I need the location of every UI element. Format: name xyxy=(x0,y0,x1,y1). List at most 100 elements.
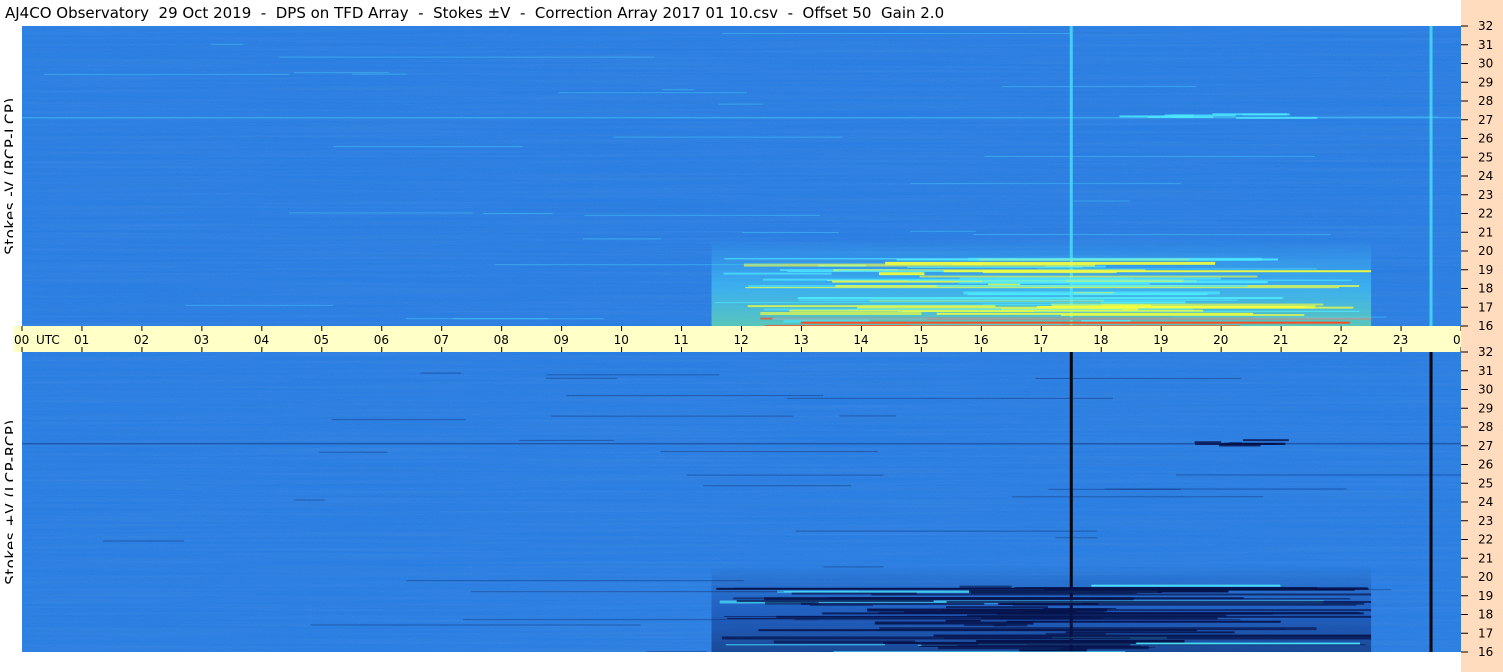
rfi-streak xyxy=(1155,589,1392,591)
time-tick-label: 16 xyxy=(973,333,988,347)
freq-tick-label: 17 xyxy=(1478,626,1493,640)
rfi-streak xyxy=(722,33,1071,35)
freq-tick-label: 32 xyxy=(1478,19,1493,33)
absorption-streak xyxy=(1006,620,1281,623)
absorption-streak xyxy=(732,597,1079,600)
time-tick-label: 12 xyxy=(734,333,749,347)
time-tick-label: 18 xyxy=(1093,333,1108,347)
rfi-streak xyxy=(584,214,820,216)
rfi-streak xyxy=(483,212,553,214)
time-tick-label: 01 xyxy=(74,333,89,347)
time-tick-label: 19 xyxy=(1153,333,1168,347)
absorption-streak xyxy=(933,634,1372,637)
top-panel-spectrogram xyxy=(22,26,1461,326)
rfi-streak xyxy=(1129,628,1286,630)
emission-streak xyxy=(995,277,1128,279)
freq-tick-label: 25 xyxy=(1478,150,1493,164)
absorption-streak xyxy=(1194,441,1222,444)
rfi-streak xyxy=(662,89,695,91)
absorption-streak xyxy=(791,592,917,595)
freq-tick-label: 18 xyxy=(1478,282,1493,296)
freq-tick-label: 19 xyxy=(1478,263,1493,277)
time-tick-label: 09 xyxy=(554,333,569,347)
absorption-streak xyxy=(765,601,819,605)
emission-streak xyxy=(1037,268,1317,270)
absorption-streak xyxy=(801,602,985,605)
time-tick-label: 23 xyxy=(1393,333,1408,347)
emission-streak xyxy=(743,263,1096,267)
time-tick-label: 17 xyxy=(1033,333,1048,347)
rfi-streak xyxy=(1001,86,1197,88)
absorption-streak xyxy=(1090,598,1351,600)
rfi-streak xyxy=(910,230,976,232)
rfi-streak xyxy=(278,56,654,58)
rfi-streak xyxy=(294,499,325,501)
emission-streak xyxy=(902,310,1035,312)
rfi-streak xyxy=(405,318,549,320)
rfi-streak xyxy=(646,651,707,652)
rfi-streak xyxy=(1048,488,1182,490)
absorption-streak xyxy=(1091,584,1281,587)
absorption-streak xyxy=(869,609,905,611)
absorption-streak xyxy=(945,606,1048,609)
emission-streak xyxy=(745,287,1339,289)
emission-streak xyxy=(1164,114,1236,117)
time-tick-label: 07 xyxy=(434,333,449,347)
time-tick-label: 05 xyxy=(314,333,329,347)
time-tick-label: 00 xyxy=(14,333,29,347)
freq-tick-label: 19 xyxy=(1478,589,1493,603)
absorption-streak xyxy=(1243,439,1289,442)
rfi-streak xyxy=(494,264,784,266)
freq-tick-label: 23 xyxy=(1478,188,1493,202)
rfi-streak xyxy=(333,146,523,148)
rfi-streak xyxy=(910,183,1181,185)
freq-tick-label: 25 xyxy=(1478,476,1493,490)
emission-streak xyxy=(798,299,1238,301)
time-axis-unit-label: UTC xyxy=(36,333,60,347)
freq-tick-label: 26 xyxy=(1478,458,1493,472)
rfi-streak xyxy=(1016,283,1107,285)
emission-streak xyxy=(967,257,1262,261)
time-tick-label: 04 xyxy=(254,333,269,347)
rfi-streak xyxy=(351,73,407,75)
rfi-streak xyxy=(718,103,764,105)
emission-streak xyxy=(936,285,1248,288)
absorption-streak xyxy=(966,614,1227,617)
rfi-streak xyxy=(546,374,720,376)
emission-streak xyxy=(907,266,1083,268)
time-tick-label: 11 xyxy=(674,333,689,347)
time-tick-label: 20 xyxy=(1213,333,1228,347)
rfi-streak xyxy=(1012,496,1264,498)
emission-streak xyxy=(936,312,1254,315)
absorption-streak xyxy=(921,643,1131,647)
rfi-streak xyxy=(660,451,878,453)
absorption-streak xyxy=(1012,604,1357,606)
freq-tick-label: 24 xyxy=(1478,495,1493,509)
absorption-streak xyxy=(883,641,1137,644)
rfi-streak xyxy=(332,419,466,421)
rfi-streak xyxy=(1175,474,1461,476)
rfi-streak xyxy=(462,619,818,621)
time-tick-label: 02 xyxy=(134,333,149,347)
freq-tick-label: 17 xyxy=(1478,300,1493,314)
freq-tick-label: 31 xyxy=(1478,38,1493,52)
rfi-streak xyxy=(103,540,185,542)
freq-tick-label: 28 xyxy=(1478,94,1493,108)
rfi-streak xyxy=(185,304,334,306)
left-margin-bottom xyxy=(13,352,22,652)
emission-streak xyxy=(967,293,1208,296)
absorption-streak xyxy=(871,593,1372,596)
emission-streak xyxy=(943,270,1372,273)
freq-tick-label: 28 xyxy=(1478,420,1493,434)
freq-tick-label: 20 xyxy=(1478,244,1493,258)
rfi-streak xyxy=(1172,316,1387,318)
time-tick-label: 15 xyxy=(913,333,928,347)
emission-streak xyxy=(800,321,1351,324)
absorption-streak xyxy=(1082,602,1365,605)
absorption-streak xyxy=(809,604,873,606)
rfi-streak xyxy=(823,566,884,568)
freq-tick-label: 27 xyxy=(1478,113,1493,127)
emission-streak xyxy=(772,317,1372,320)
absorption-streak xyxy=(959,585,1012,589)
absorption-streak xyxy=(822,612,1364,615)
